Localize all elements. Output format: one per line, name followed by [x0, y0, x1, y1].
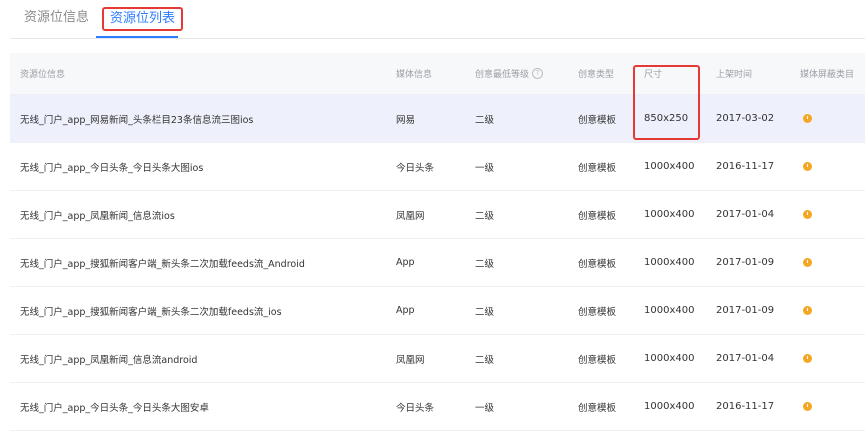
warning-dot-icon[interactable]	[803, 210, 812, 219]
row-resource-name: 无线_门户_app_今日头条_今日头条大图安卓	[20, 402, 209, 414]
row-date: 2017-01-09	[716, 257, 775, 268]
row-size: 1000x400	[644, 209, 695, 220]
row-media: 凤凰网	[396, 210, 425, 222]
table-row[interactable]: 无线_门户_app_今日头条_今日头条大图ios 今日头条 一级 创意模板 1000x4…	[10, 143, 865, 191]
row-level: 一级	[475, 162, 495, 174]
row-size: 1000x400	[644, 353, 695, 364]
row-level: 二级	[475, 210, 495, 222]
row-level: 二级	[475, 258, 495, 270]
row-resource-name: 无线_门户_app_搜狐新闻客户端_新头条二次加载feeds流_Android	[20, 258, 305, 270]
row-level: 二级	[475, 306, 495, 318]
row-media: 今日头条	[396, 162, 435, 174]
row-creative-type: 创意模板	[578, 210, 617, 222]
row-level: 一级	[475, 402, 495, 414]
row-creative-type: 创意模板	[578, 306, 617, 318]
warning-dot-icon[interactable]	[803, 162, 812, 171]
table-row[interactable]: 无线_门户_app_搜狐新闻客户端_新头条二次加载feeds流_ios App 二级…	[10, 287, 865, 335]
row-blocked-category	[803, 383, 812, 430]
row-media: App	[396, 305, 415, 316]
row-date: 2016-11-17	[716, 161, 775, 172]
row-media: App	[396, 257, 415, 268]
row-blocked-category	[803, 95, 812, 142]
row-resource-name: 无线_门户_app_今日头条_今日头条大图ios	[20, 162, 204, 174]
row-creative-type: 创意模板	[578, 402, 617, 414]
row-creative-type: 创意模板	[578, 114, 617, 126]
row-blocked-category	[803, 143, 812, 190]
tabs-divider	[10, 38, 865, 39]
table-row[interactable]: 无线_门户_app_今日头条_今日头条大图安卓 今日头条 一级 创意模板 1000x40…	[10, 383, 865, 431]
header-creative-type: 创意类型	[578, 70, 615, 80]
row-date: 2017-01-09	[716, 305, 775, 316]
row-media: 网易	[396, 114, 416, 126]
row-creative-type: 创意模板	[578, 258, 617, 270]
header-blocked-category: 媒体屏蔽类目	[800, 70, 855, 80]
row-date: 2017-01-04	[716, 209, 775, 220]
row-date: 2017-01-04	[716, 353, 775, 364]
header-listing-date: 上架时间	[716, 70, 753, 80]
row-size: 1000x400	[644, 401, 695, 412]
header-size: 尺寸	[644, 70, 663, 80]
row-media: 凤凰网	[396, 354, 425, 366]
row-blocked-category	[803, 239, 812, 286]
row-blocked-category	[803, 335, 812, 382]
row-size: 1000x400	[644, 257, 695, 268]
warning-dot-icon[interactable]	[803, 354, 812, 363]
table-row[interactable]: 无线_门户_app_凤凰新闻_信息流ios 凤凰网 二级 创意模板 1000x400 20…	[10, 191, 865, 239]
warning-dot-icon[interactable]	[803, 402, 812, 411]
warning-dot-icon[interactable]	[803, 114, 812, 123]
header-media-info: 媒体信息	[396, 70, 433, 80]
tab-resource-info[interactable]: 资源位信息	[24, 9, 89, 27]
row-blocked-category	[803, 287, 812, 334]
header-min-level: 创意最低等级 ?	[475, 53, 544, 94]
row-size: 1000x400	[644, 161, 695, 172]
row-blocked-category	[803, 191, 812, 238]
row-level: 二级	[475, 354, 495, 366]
header-min-level-label: 创意最低等级	[475, 70, 530, 80]
row-size: 850x250	[644, 113, 689, 124]
warning-dot-icon[interactable]	[803, 306, 812, 315]
row-media: 今日头条	[396, 402, 435, 414]
table-row[interactable]: 无线_门户_app_凤凰新闻_信息流android 凤凰网 二级 创意模板 1000x4…	[10, 335, 865, 383]
tab-bar: 资源位信息 资源位列表	[0, 0, 865, 39]
table-header: 资源位信息 媒体信息 创意最低等级 ? 创意类型 尺寸 上架时间 媒体屏蔽类目	[10, 53, 865, 95]
row-date: 2017-03-02	[716, 113, 775, 124]
question-circle-icon[interactable]: ?	[532, 68, 544, 79]
row-creative-type: 创意模板	[578, 354, 617, 366]
row-date: 2016-11-17	[716, 401, 775, 412]
table-row[interactable]: 无线_门户_app_网易新闻_头条栏目23条信息流三图ios 网易 二级 创意模板 85…	[10, 95, 865, 143]
row-size: 1000x400	[644, 305, 695, 316]
resource-table: 资源位信息 媒体信息 创意最低等级 ? 创意类型 尺寸 上架时间 媒体屏蔽类目 …	[10, 53, 865, 431]
row-resource-name: 无线_门户_app_搜狐新闻客户端_新头条二次加载feeds流_ios	[20, 306, 282, 318]
row-resource-name: 无线_门户_app_网易新闻_头条栏目23条信息流三图ios	[20, 114, 254, 126]
row-resource-name: 无线_门户_app_凤凰新闻_信息流android	[20, 354, 198, 366]
row-creative-type: 创意模板	[578, 162, 617, 174]
row-level: 二级	[475, 114, 495, 126]
row-resource-name: 无线_门户_app_凤凰新闻_信息流ios	[20, 210, 175, 222]
tab-resource-list[interactable]: 资源位列表	[102, 7, 184, 31]
table-row[interactable]: 无线_门户_app_搜狐新闻客户端_新头条二次加载feeds流_Android A…	[10, 239, 865, 287]
warning-dot-icon[interactable]	[803, 258, 812, 267]
header-resource-info: 资源位信息	[20, 70, 66, 80]
